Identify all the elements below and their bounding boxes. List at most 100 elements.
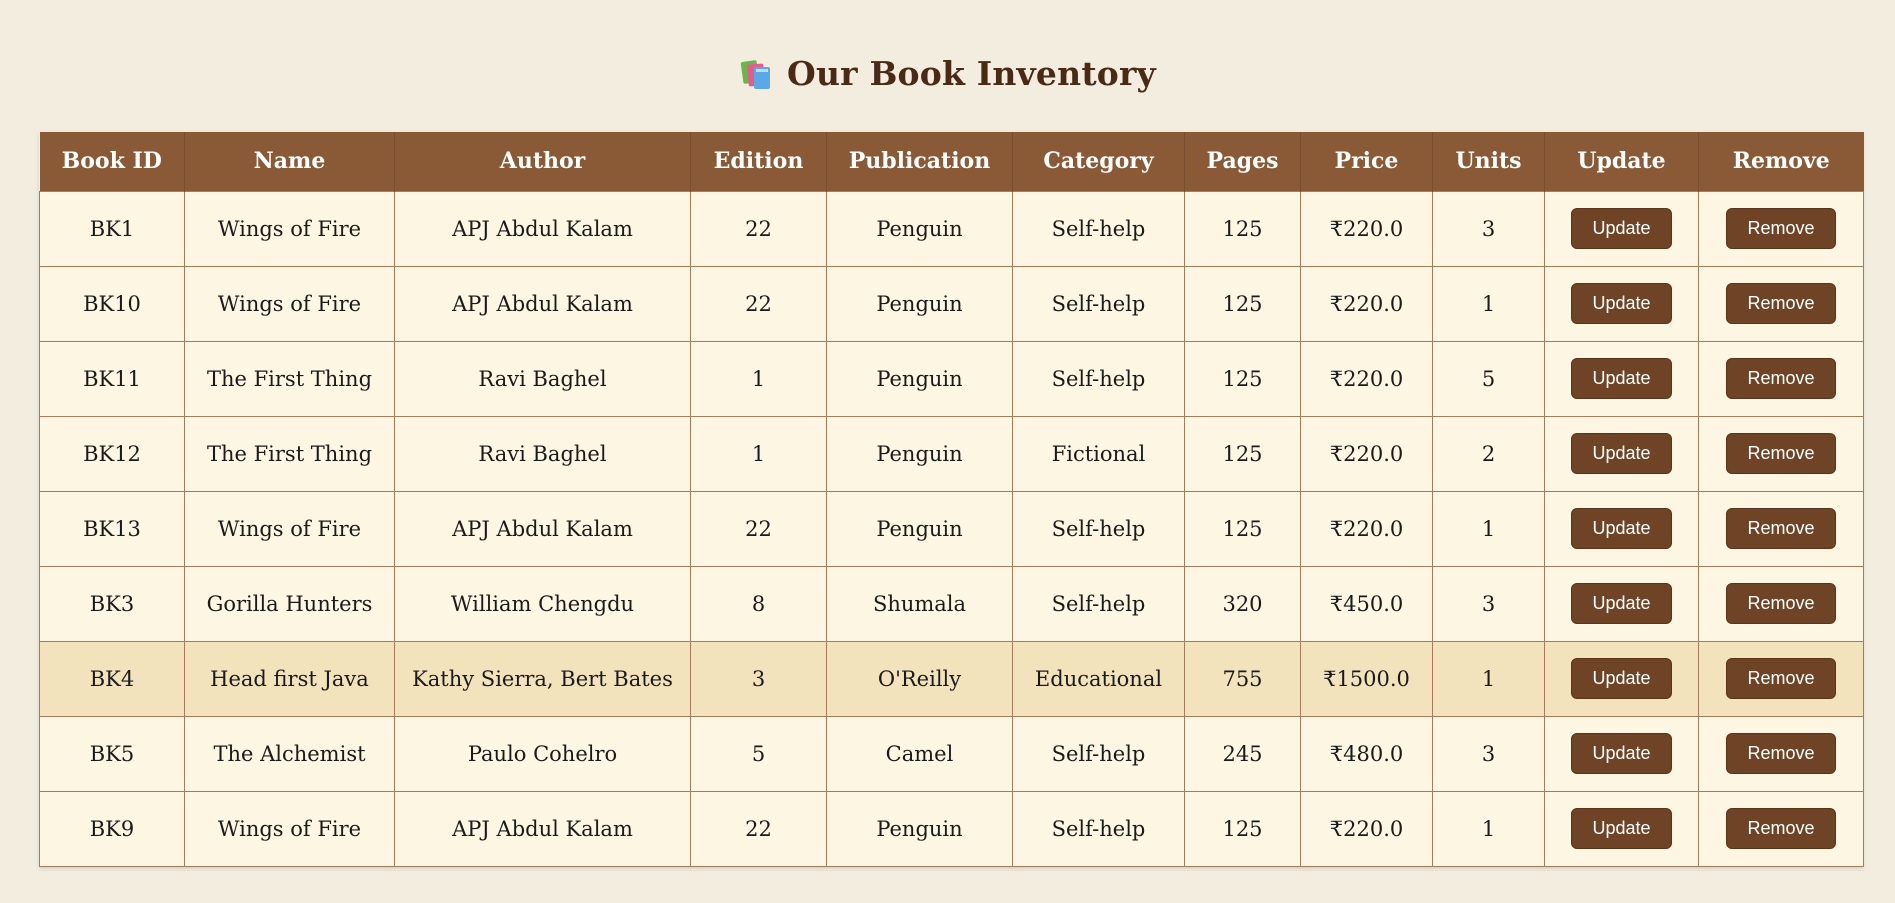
- cell-publication: Penguin: [826, 265, 1013, 342]
- remove-button[interactable]: Remove: [1726, 733, 1836, 774]
- cell-name: The Alchemist: [184, 715, 395, 792]
- cell-remove: Remove: [1698, 565, 1864, 642]
- cell-pages: 125: [1184, 190, 1301, 267]
- cell-update: Update: [1544, 790, 1699, 867]
- cell-author: APJ Abdul Kalam: [394, 190, 691, 267]
- cell-units: 1: [1432, 790, 1545, 867]
- update-button[interactable]: Update: [1571, 583, 1672, 624]
- cell-price: ₹450.0: [1300, 565, 1433, 642]
- cell-publication: Camel: [826, 715, 1013, 792]
- column-header-publication: Publication: [826, 132, 1013, 191]
- update-button[interactable]: Update: [1571, 733, 1672, 774]
- remove-button[interactable]: Remove: [1726, 208, 1836, 249]
- update-button[interactable]: Update: [1571, 433, 1672, 474]
- table-row: BK12 The First Thing Ravi Baghel 1 Penguin Fi…: [39, 415, 1864, 492]
- cell-remove: Remove: [1698, 490, 1864, 567]
- cell-category: Self-help: [1012, 490, 1185, 567]
- cell-id: BK4: [39, 640, 185, 717]
- cell-update: Update: [1544, 340, 1699, 417]
- cell-edition: 22: [690, 265, 827, 342]
- cell-remove: Remove: [1698, 790, 1864, 867]
- remove-button[interactable]: Remove: [1726, 583, 1836, 624]
- remove-button[interactable]: Remove: [1726, 433, 1836, 474]
- cell-name: Wings of Fire: [184, 490, 395, 567]
- cell-name: Gorilla Hunters: [184, 565, 395, 642]
- cell-price: ₹480.0: [1300, 715, 1433, 792]
- column-header-remove: Remove: [1732, 148, 1830, 175]
- cell-pages: 125: [1184, 340, 1301, 417]
- cell-price: ₹220.0: [1300, 265, 1433, 342]
- cell-author: William Chengdu: [394, 565, 691, 642]
- cell-price: ₹220.0: [1300, 790, 1433, 867]
- inventory-table-container: Book ID Name Author Edition Publication Categ…: [39, 132, 1864, 867]
- update-button[interactable]: Update: [1571, 208, 1672, 249]
- table-row: BK1 Wings of Fire APJ Abdul Kalam 22 Penguin…: [39, 190, 1864, 267]
- table-body: BK1 Wings of Fire APJ Abdul Kalam 22 Penguin…: [39, 190, 1864, 867]
- cell-update: Update: [1544, 490, 1699, 567]
- update-button[interactable]: Update: [1571, 358, 1672, 399]
- remove-button[interactable]: Remove: [1726, 808, 1836, 849]
- table-row: BK10 Wings of Fire APJ Abdul Kalam 22 Pengui…: [39, 265, 1864, 342]
- cell-update: Update: [1544, 640, 1699, 717]
- cell-publication: Penguin: [826, 340, 1013, 417]
- cell-price: ₹220.0: [1300, 490, 1433, 567]
- cell-publication: Penguin: [826, 490, 1013, 567]
- cell-remove: Remove: [1698, 415, 1864, 492]
- cell-remove: Remove: [1698, 340, 1864, 417]
- cell-remove: Remove: [1698, 190, 1864, 267]
- cell-id: BK11: [39, 340, 185, 417]
- page-title: Our Book Inventory: [787, 53, 1156, 93]
- remove-button[interactable]: Remove: [1726, 658, 1836, 699]
- cell-units: 2: [1432, 415, 1545, 492]
- cell-update: Update: [1544, 415, 1699, 492]
- cell-remove: Remove: [1698, 265, 1864, 342]
- cell-update: Update: [1544, 265, 1699, 342]
- cell-category: Fictional: [1012, 415, 1185, 492]
- cell-edition: 22: [690, 790, 827, 867]
- cell-edition: 22: [690, 490, 827, 567]
- cell-pages: 125: [1184, 790, 1301, 867]
- cell-publication: O'Reilly: [826, 640, 1013, 717]
- cell-author: APJ Abdul Kalam: [394, 790, 691, 867]
- cell-pages: 755: [1184, 640, 1301, 717]
- cell-edition: 22: [690, 190, 827, 267]
- cell-units: 3: [1432, 565, 1545, 642]
- cell-category: Self-help: [1012, 265, 1185, 342]
- cell-name: Wings of Fire: [184, 190, 395, 267]
- cell-name: Wings of Fire: [184, 790, 395, 867]
- update-button[interactable]: Update: [1571, 508, 1672, 549]
- update-button[interactable]: Update: [1571, 658, 1672, 699]
- cell-author: APJ Abdul Kalam: [394, 490, 691, 567]
- column-header-units: Units: [1432, 132, 1545, 191]
- remove-button[interactable]: Remove: [1726, 358, 1836, 399]
- cell-id: BK5: [39, 715, 185, 792]
- cell-category: Self-help: [1012, 565, 1185, 642]
- cell-update: Update: [1544, 190, 1699, 267]
- cell-units: 5: [1432, 340, 1545, 417]
- cell-units: 3: [1432, 715, 1545, 792]
- table-row: BK5 The Alchemist Paulo Cohelro 5 Camel Self-…: [39, 715, 1864, 792]
- cell-edition: 8: [690, 565, 827, 642]
- remove-button[interactable]: Remove: [1726, 508, 1836, 549]
- table-header-row: Book ID Name Author Edition Publication Categ…: [39, 132, 1864, 191]
- cell-price: ₹1500.0: [1300, 640, 1433, 717]
- cell-publication: Shumala: [826, 565, 1013, 642]
- cell-price: ₹220.0: [1300, 190, 1433, 267]
- cell-units: 1: [1432, 640, 1545, 717]
- cell-units: 1: [1432, 265, 1545, 342]
- cell-id: BK10: [39, 265, 185, 342]
- column-header-update: Update: [1544, 132, 1699, 191]
- books-icon: [739, 55, 775, 91]
- inventory-table: Book ID Name Author Edition Publication Categ…: [39, 132, 1864, 867]
- update-button[interactable]: Update: [1571, 808, 1672, 849]
- cell-id: BK3: [39, 565, 185, 642]
- cell-author: Ravi Baghel: [394, 340, 691, 417]
- cell-category: Educational: [1012, 640, 1185, 717]
- column-header-category: Category: [1012, 132, 1185, 191]
- update-button[interactable]: Update: [1571, 283, 1672, 324]
- cell-update: Update: [1544, 715, 1699, 792]
- column-header-pages: Pages: [1184, 132, 1301, 191]
- cell-category: Self-help: [1012, 790, 1185, 867]
- remove-button[interactable]: Remove: [1726, 283, 1836, 324]
- cell-publication: Penguin: [826, 190, 1013, 267]
